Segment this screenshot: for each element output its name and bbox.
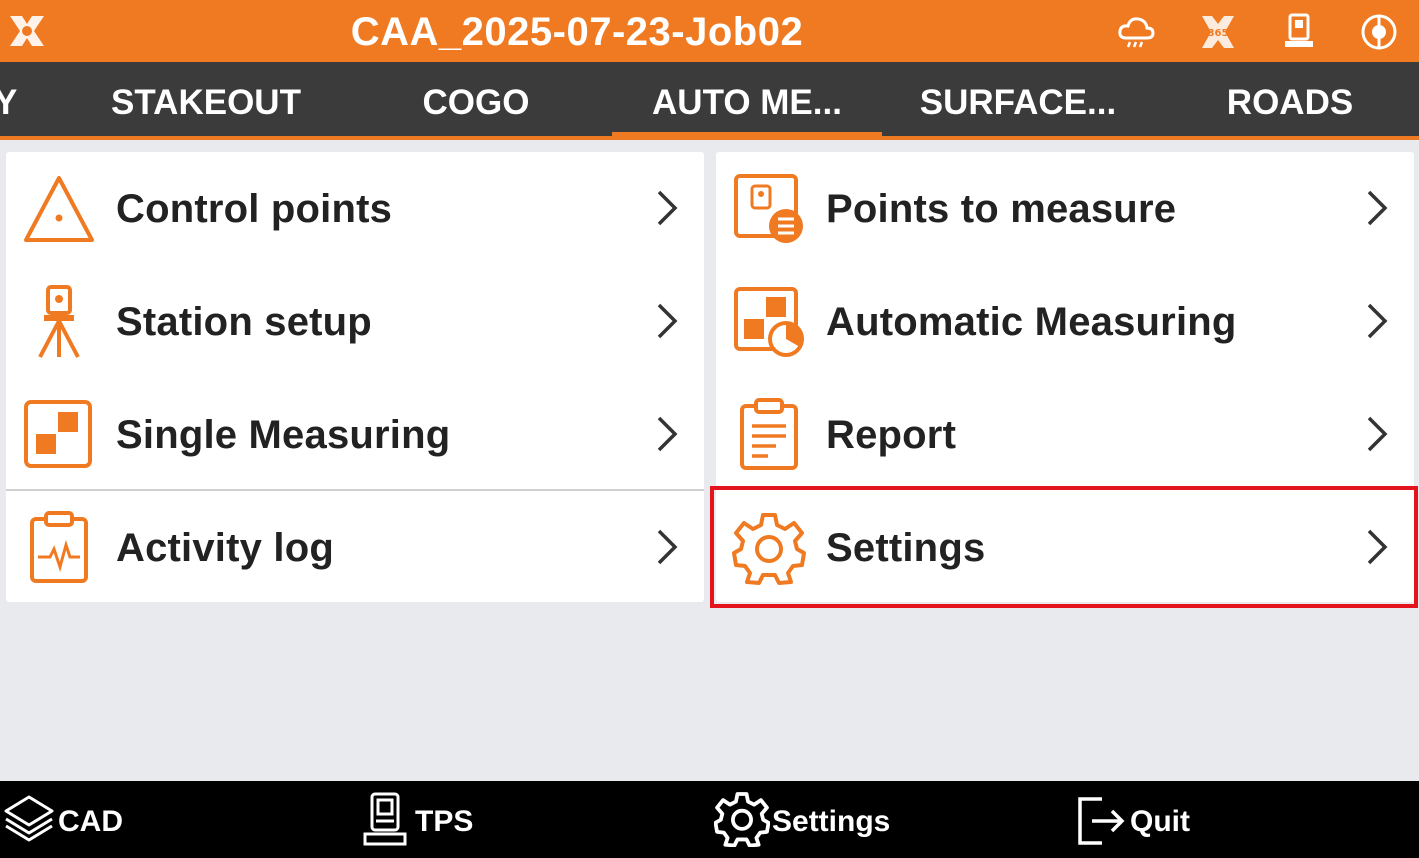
- tab-stakeout[interactable]: STAKEOUT: [90, 62, 322, 140]
- gear-icon: [714, 792, 770, 847]
- menu-item-station-setup[interactable]: Station setup: [6, 265, 704, 377]
- active-tab-indicator: [612, 132, 882, 138]
- menu-item-label: Station setup: [116, 300, 372, 344]
- chevron-right-icon: [1367, 190, 1388, 226]
- cad-label: CAD: [58, 805, 123, 838]
- gnss-365-icon[interactable]: 365: [1198, 12, 1238, 52]
- total-station-icon[interactable]: [1279, 12, 1319, 52]
- points-list-icon: [734, 174, 803, 243]
- app-root: CAA_2025-07-23-Job02 365 Y STAKEOUT COGO…: [0, 0, 1419, 858]
- menu-item-label: Settings: [826, 526, 986, 570]
- total-station-icon: [363, 792, 407, 846]
- cad-button[interactable]: CAD: [0, 781, 130, 858]
- cloud-icon[interactable]: [1116, 12, 1156, 52]
- menu-item-label: Points to measure: [826, 187, 1177, 231]
- chevron-right-icon: [657, 416, 678, 452]
- menu-item-single-measuring[interactable]: Single Measuring: [6, 378, 704, 490]
- exit-icon: [1078, 797, 1125, 845]
- triangle-point-icon: [24, 176, 94, 242]
- menu-item-activity-log[interactable]: Activity log: [6, 491, 704, 603]
- menu-item-label: Activity log: [116, 526, 334, 570]
- tab-surface[interactable]: SURFACE...: [900, 62, 1136, 140]
- job-title: CAA_2025-07-23-Job02: [350, 10, 804, 54]
- menu-item-label: Control points: [116, 187, 393, 231]
- settings-label: Settings: [772, 805, 891, 838]
- menu-item-control-points[interactable]: Control points: [6, 152, 704, 264]
- menu-item-points-to-measure[interactable]: Points to measure: [716, 152, 1414, 264]
- menu-item-label: Automatic Measuring: [826, 300, 1237, 344]
- chevron-right-icon: [657, 529, 678, 565]
- tripod-icon: [38, 285, 80, 358]
- gear-icon: [732, 513, 806, 585]
- clipboard-pulse-icon: [30, 511, 88, 583]
- chevron-right-icon: [657, 190, 678, 226]
- bottom-toolbar: CAD TPS Settings Quit: [0, 781, 1419, 858]
- chevron-right-icon: [1367, 303, 1388, 339]
- quit-label: Quit: [1130, 805, 1190, 838]
- layers-icon: [4, 795, 54, 842]
- menu-item-label: Report: [826, 413, 957, 457]
- chevron-right-icon: [1367, 416, 1388, 452]
- right-menu-panel: Points to measure Automatic Measuring Re…: [716, 152, 1414, 602]
- tab-roads[interactable]: ROADS: [1190, 62, 1390, 140]
- left-menu-panel: Control points Station setup Single Meas…: [6, 152, 704, 602]
- menu-item-automatic-measuring[interactable]: Automatic Measuring: [716, 265, 1414, 377]
- connection-status-icon[interactable]: [1359, 12, 1399, 52]
- report-icon: [740, 398, 798, 470]
- tab-auto-measuring[interactable]: AUTO ME...: [612, 62, 882, 140]
- tab-survey[interactable]: Y: [0, 62, 17, 140]
- svg-text:365: 365: [1208, 28, 1229, 39]
- chevron-right-icon: [1367, 529, 1388, 565]
- quit-button[interactable]: Quit: [1074, 781, 1214, 858]
- single-measure-icon: [24, 400, 92, 468]
- chevron-right-icon: [657, 303, 678, 339]
- tab-cogo[interactable]: COGO: [380, 62, 572, 140]
- menu-item-label: Single Measuring: [116, 413, 451, 457]
- tps-label: TPS: [415, 805, 474, 838]
- menu-item-report[interactable]: Report: [716, 378, 1414, 490]
- tps-button[interactable]: TPS: [360, 781, 490, 858]
- title-bar: CAA_2025-07-23-Job02 365: [0, 0, 1419, 62]
- module-tab-bar: Y STAKEOUT COGO AUTO ME... SURFACE... RO…: [0, 62, 1419, 140]
- auto-measure-icon: [734, 287, 804, 357]
- settings-button[interactable]: Settings: [714, 781, 904, 858]
- menu-item-settings[interactable]: Settings: [716, 491, 1414, 603]
